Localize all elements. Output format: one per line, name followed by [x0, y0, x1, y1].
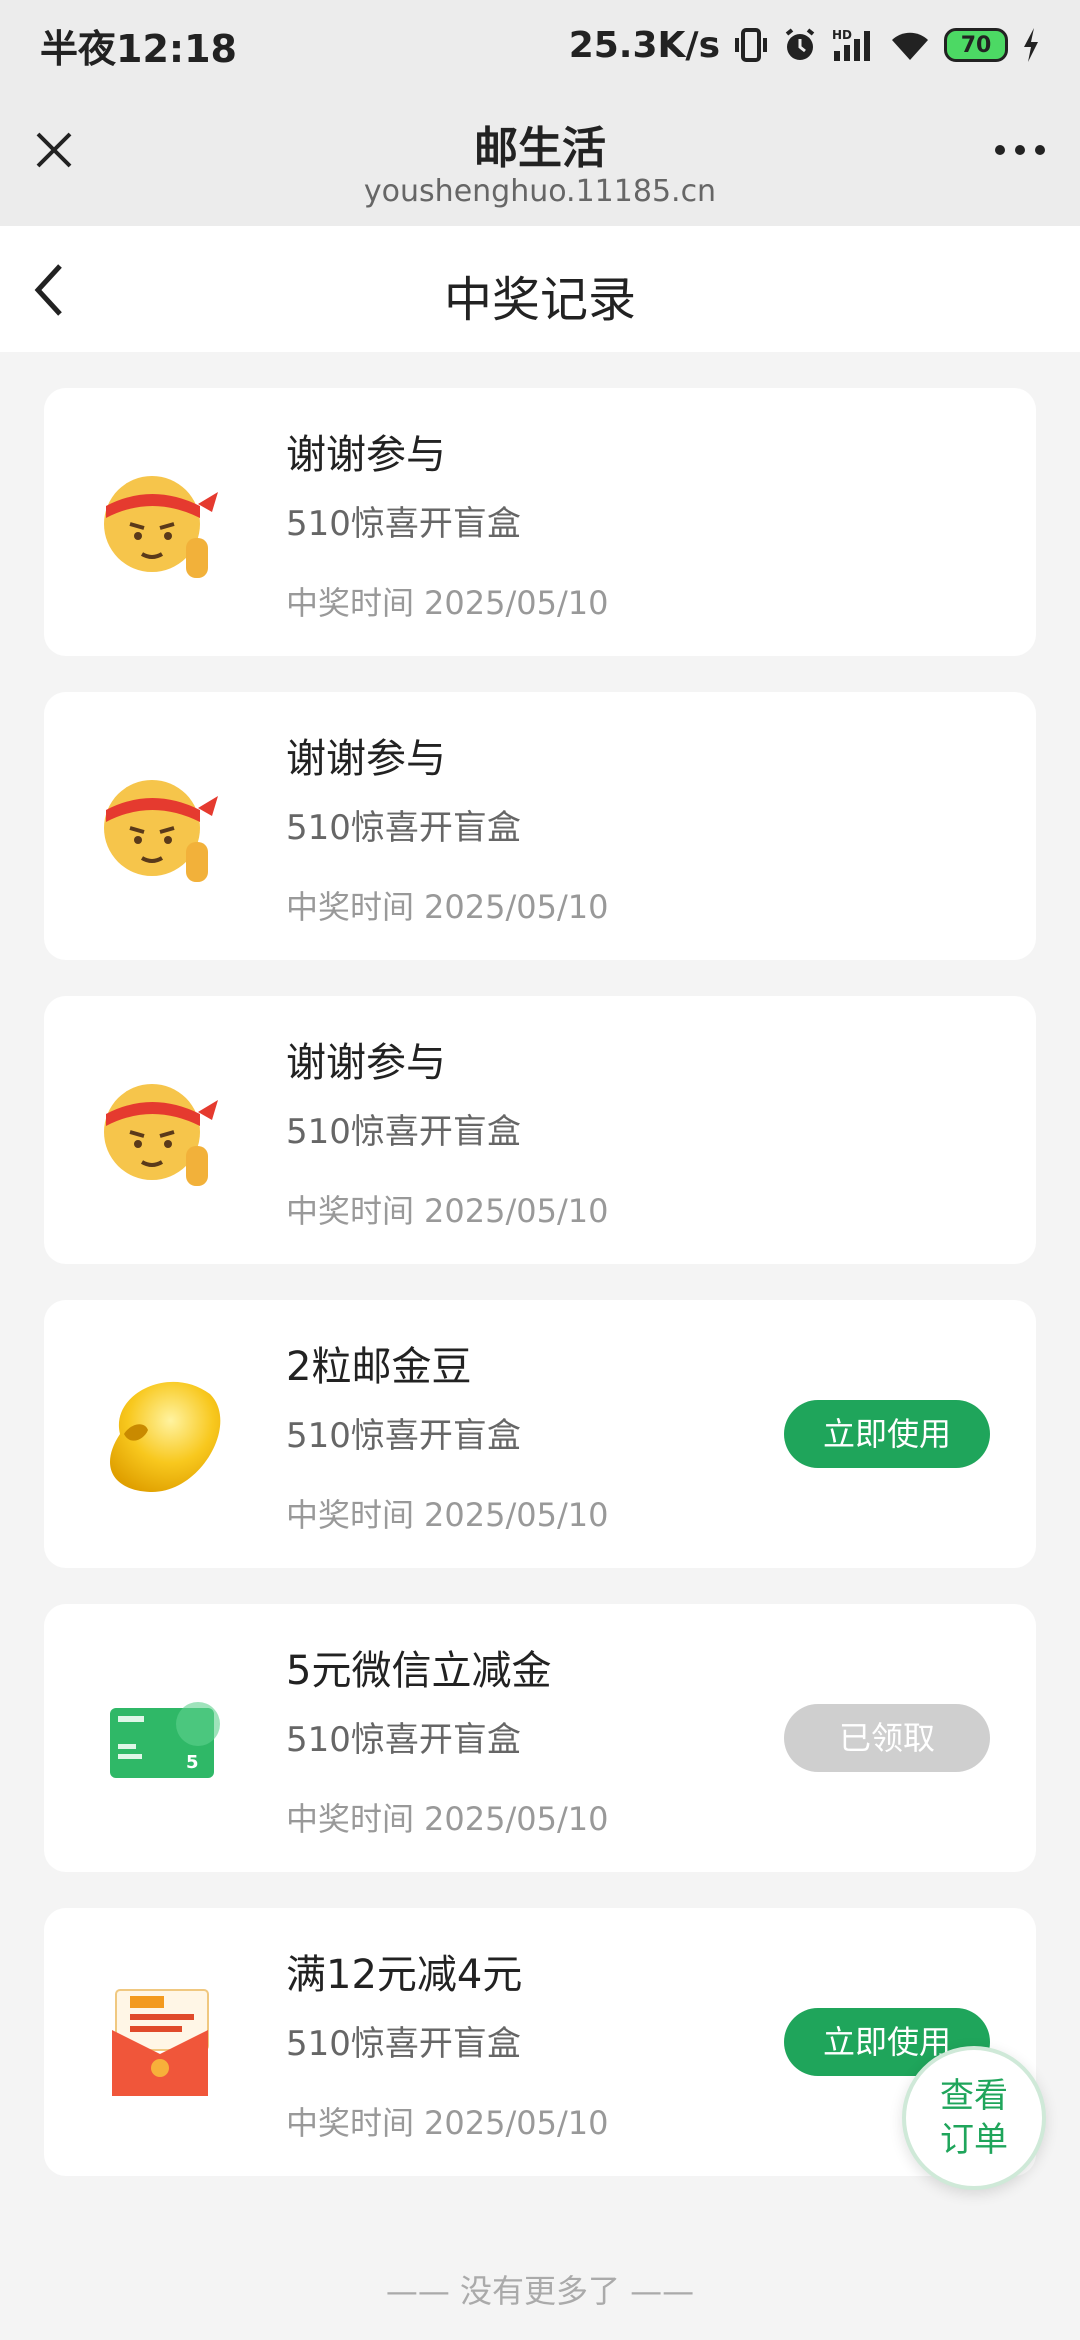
record-time-value: 2025/05/10 — [424, 584, 609, 622]
list-item: 谢谢参与 510惊喜开盲盒 中奖时间 2025/05/10 — [44, 388, 1036, 656]
record-source: 510惊喜开盲盒 — [286, 1416, 521, 1456]
page-title: 中奖记录 — [443, 272, 636, 328]
emoji-thinking-icon — [104, 780, 218, 882]
emoji-thinking-icon — [104, 1084, 218, 1186]
alarm-icon — [785, 28, 815, 60]
record-title: 谢谢参与 — [286, 432, 446, 478]
record-time: 中奖时间 2025/05/10 — [286, 1186, 618, 1232]
page-nav: 中奖记录 — [0, 226, 1080, 352]
list-item: 2粒邮金豆 510惊喜开盲盒 中奖时间 2025/05/10 立即使用 — [44, 1300, 1036, 1568]
view-orders-label-line1: 查看 — [940, 2076, 1008, 2116]
record-time: 中奖时间 2025/05/10 — [286, 1794, 618, 1840]
record-time-label: 中奖时间 — [286, 584, 415, 622]
list-item: 满12元减4元 510惊喜开盲盒 中奖时间 2025/05/10 立即使用 — [44, 1908, 1036, 2176]
status-bar: 半夜12:18 25.3K/s HD 70 — [0, 0, 1080, 90]
emoji-thinking-icon — [104, 476, 218, 578]
record-source: 510惊喜开盲盒 — [286, 1112, 521, 1152]
status-time: 半夜12:18 — [40, 26, 237, 71]
view-orders-label-line2: 订单 — [940, 2120, 1008, 2160]
record-time-value: 2025/05/10 — [424, 2104, 609, 2142]
vibrate-icon — [735, 28, 767, 62]
record-time-label: 中奖时间 — [286, 1496, 415, 1534]
record-source: 510惊喜开盲盒 — [286, 2024, 521, 2064]
wechat-coupon-icon: 5 — [110, 1702, 220, 1778]
record-time-value: 2025/05/10 — [424, 888, 609, 926]
list-item: 谢谢参与 510惊喜开盲盒 中奖时间 2025/05/10 — [44, 692, 1036, 960]
gold-bean-icon — [110, 1381, 221, 1493]
ems-red-packet-icon — [112, 1989, 209, 2096]
record-title: 满12元减4元 — [286, 1952, 523, 1998]
record-time-label: 中奖时间 — [286, 888, 415, 926]
record-title: 2粒邮金豆 — [286, 1344, 472, 1390]
record-time-label: 中奖时间 — [286, 2104, 415, 2142]
record-time: 中奖时间 2025/05/10 — [286, 2098, 618, 2144]
wifi-icon — [892, 32, 928, 60]
more-icon[interactable] — [992, 140, 1048, 160]
record-source: 510惊喜开盲盒 — [286, 808, 521, 848]
use-now-button[interactable]: 立即使用 — [784, 1400, 990, 1468]
record-time: 中奖时间 2025/05/10 — [286, 882, 618, 928]
prize-record-list: 谢谢参与 510惊喜开盲盒 中奖时间 2025/05/10 谢谢参与 510惊喜开… — [44, 388, 1036, 2212]
record-time: 中奖时间 2025/05/10 — [286, 578, 618, 624]
record-time-label: 中奖时间 — [286, 1192, 415, 1230]
claimed-button: 已领取 — [784, 1704, 990, 1772]
record-source: 510惊喜开盲盒 — [286, 504, 521, 544]
battery-icon: 70 — [944, 28, 1008, 62]
record-time-value: 2025/05/10 — [424, 1496, 609, 1534]
record-time-value: 2025/05/10 — [424, 1192, 609, 1230]
record-title: 谢谢参与 — [286, 736, 446, 782]
list-item: 5 5元微信立减金 510惊喜开盲盒 中奖时间 2025/05/10 已领取 — [44, 1604, 1036, 1872]
status-icons: 25.3K/s HD 70 — [569, 25, 1040, 66]
record-time: 中奖时间 2025/05/10 — [286, 1490, 618, 1536]
view-orders-button[interactable]: 查看 订单 — [902, 2046, 1046, 2190]
browser-title: 邮生活 — [474, 123, 606, 174]
record-time-label: 中奖时间 — [286, 1800, 415, 1838]
network-speed: 25.3K/s — [568, 24, 720, 66]
charging-icon — [1024, 28, 1038, 62]
record-source: 510惊喜开盲盒 — [286, 1720, 521, 1760]
hd-signal-icon: HD — [832, 28, 870, 61]
svg-text:5: 5 — [186, 1752, 199, 1773]
no-more-text: —— 没有更多了 —— — [385, 2272, 695, 2310]
record-title: 谢谢参与 — [286, 1040, 446, 1086]
list-item: 谢谢参与 510惊喜开盲盒 中奖时间 2025/05/10 — [44, 996, 1036, 1264]
svg-text:HD: HD — [832, 28, 852, 42]
record-title: 5元微信立减金 — [286, 1648, 552, 1694]
browser-header: 邮生活 youshenghuo.11185.cn — [0, 90, 1080, 226]
browser-url: youshenghuo.11185.cn — [363, 174, 717, 209]
record-time-value: 2025/05/10 — [424, 1800, 609, 1838]
